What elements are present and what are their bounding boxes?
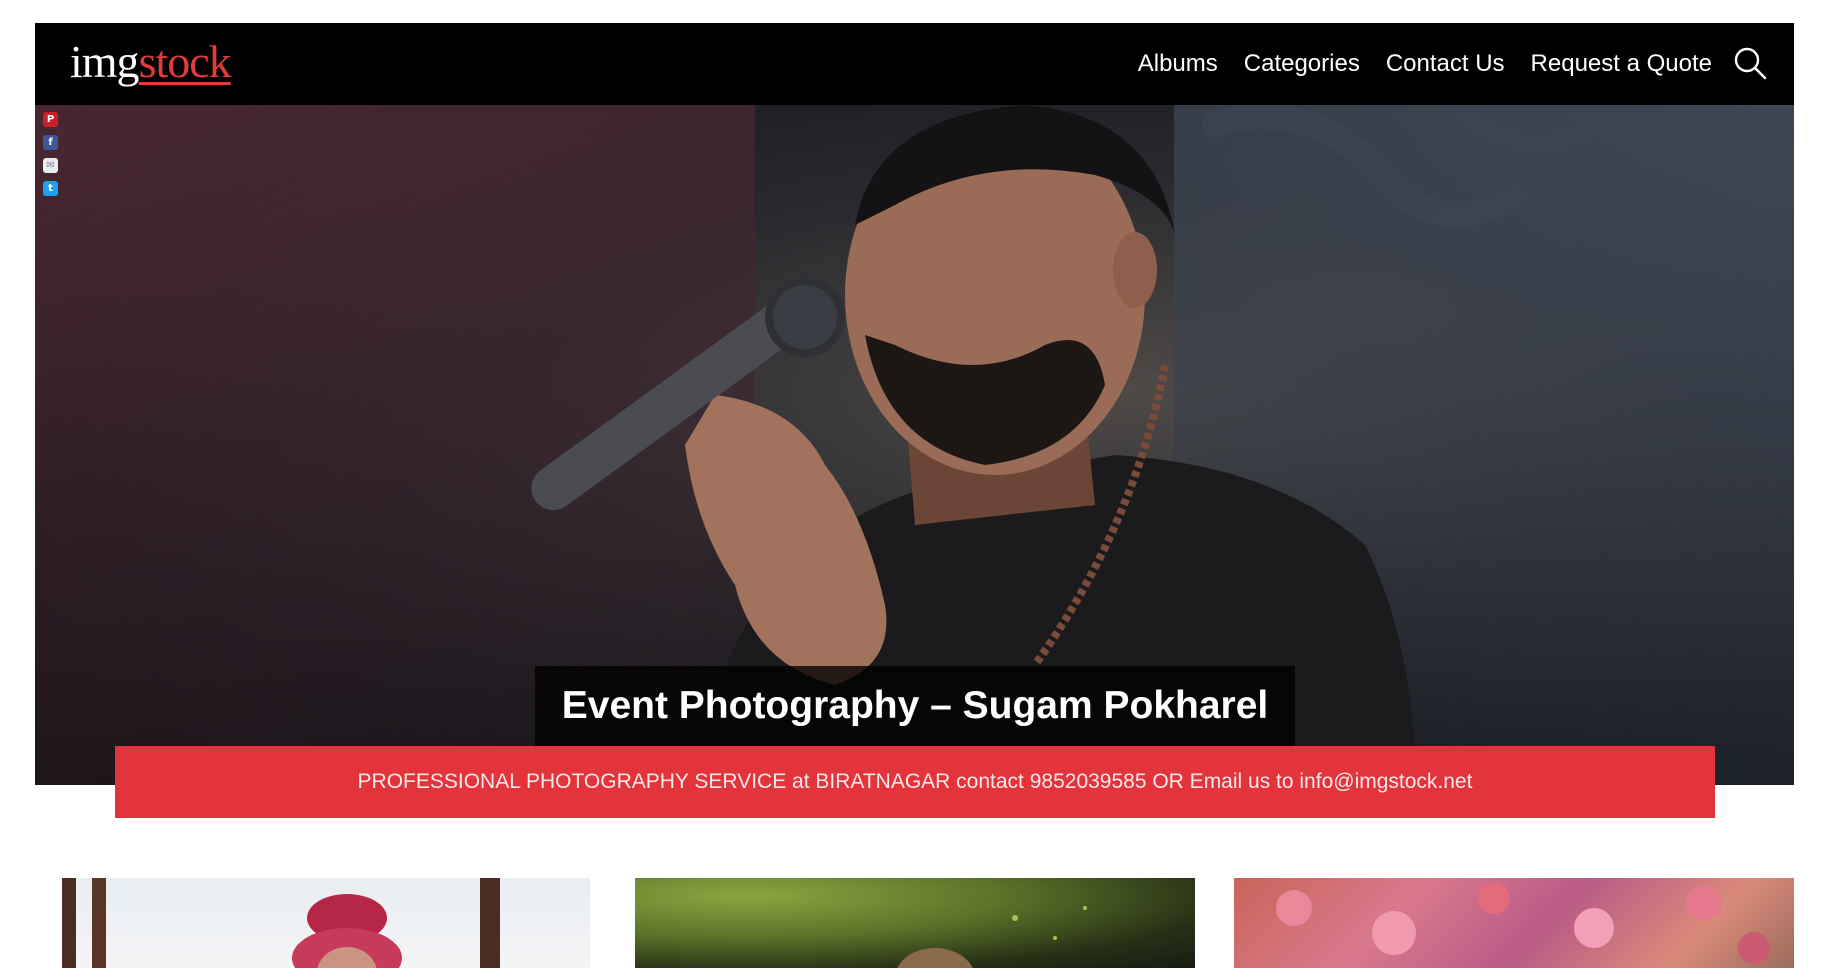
hero-caption-box: Event Photography – Sugam Pokharel [535,666,1295,746]
album-thumbnail-1[interactable] [62,878,590,968]
facebook-icon[interactable]: f [43,135,58,150]
search-button[interactable] [1732,45,1768,81]
hero-slider[interactable]: Event Photography – Sugam Pokharel [35,105,1794,785]
nav-item-categories[interactable]: Categories [1244,50,1360,78]
logo-text-img: img [70,36,140,87]
promo-banner-text: PROFESSIONAL PHOTOGRAPHY SERVICE at BIRA… [357,770,1473,793]
site-header: img stock Albums Categories Contact Us Re… [35,23,1794,105]
hero-caption: Event Photography – Sugam Pokharel [561,684,1269,727]
promo-banner: PROFESSIONAL PHOTOGRAPHY SERVICE at BIRA… [115,746,1715,818]
album-thumbnail-3-photo [1276,882,1770,964]
pinterest-icon[interactable]: P [43,112,58,127]
nav-item-request-a-quote[interactable]: Request a Quote [1531,50,1712,78]
page: img stock Albums Categories Contact Us Re… [0,0,1828,968]
site-logo[interactable]: img stock [70,33,232,91]
search-icon [1734,47,1767,80]
album-thumbnail-2[interactable] [635,878,1195,968]
social-share-bar: P f ✉ t [43,112,58,196]
album-thumbnail-1-photo [62,878,500,968]
album-thumbnail-2-photo [897,906,1087,968]
twitter-icon[interactable]: t [43,181,58,196]
nav-item-contact-us[interactable]: Contact Us [1386,50,1505,78]
logo-text-stock: stock [138,36,232,87]
nav-item-albums[interactable]: Albums [1138,50,1218,78]
main-nav: Albums Categories Contact Us Request a Q… [1138,23,1712,105]
email-icon[interactable]: ✉ [43,158,58,173]
album-thumbnail-3[interactable] [1234,878,1794,968]
